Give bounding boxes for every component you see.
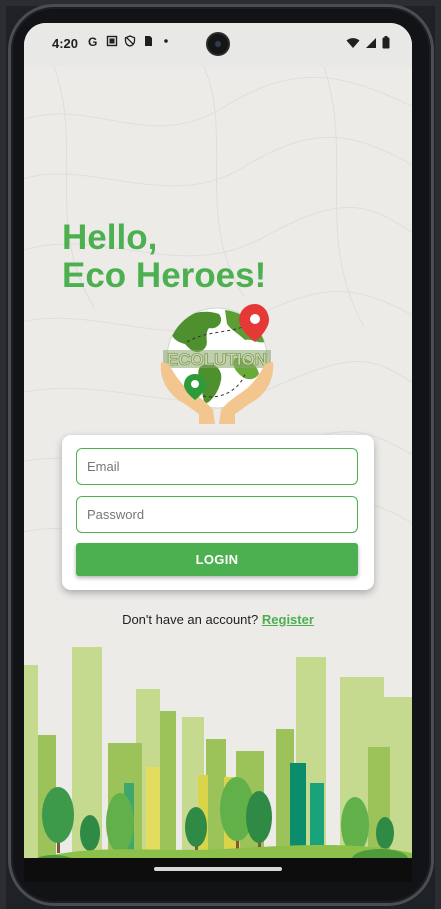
device-screen: 4:20 G Hello, Eco Heroes! ECOLUTION Emai… [24,23,412,881]
dot-icon [164,39,168,43]
email-field[interactable] [76,448,358,485]
navigation-bar [24,858,412,882]
register-prompt: Don't have an account? [122,612,259,627]
ide-background-right [435,0,441,909]
greeting-line-1: Hello, [62,218,158,257]
login-screen: Hello, Eco Heroes! ECOLUTION Email LOGIN… [24,67,412,881]
register-link[interactable]: Register [262,612,314,627]
front-camera [206,32,230,56]
home-gesture-handle[interactable] [154,867,282,871]
svg-text:G: G [88,35,97,47]
g-icon: G [88,35,97,47]
register-prompt-line: Don't have an account? Register [24,612,412,627]
sim-card-icon [145,36,152,46]
login-button[interactable]: LOGIN [76,543,358,576]
screenshot-icon [106,35,118,47]
greeting-heading: Hello, Eco Heroes! [62,219,266,295]
wifi-icon [346,37,360,48]
shield-icon [124,35,136,47]
status-time: 4:20 [52,36,79,51]
login-card: LOGIN [62,435,374,590]
signal-icon [366,37,376,48]
logo-text: ECOLUTION [167,350,267,369]
greeting-line-2: Eco Heroes! [62,256,267,295]
status-notification-icons: G [88,35,172,47]
ecolution-logo: ECOLUTION [160,304,274,424]
ide-background-left [0,0,6,909]
green-city-illustration [24,647,412,881]
password-field[interactable] [76,496,358,533]
status-bar: 4:20 G [24,23,412,67]
battery-icon [382,36,390,49]
status-system-icons [346,36,390,49]
